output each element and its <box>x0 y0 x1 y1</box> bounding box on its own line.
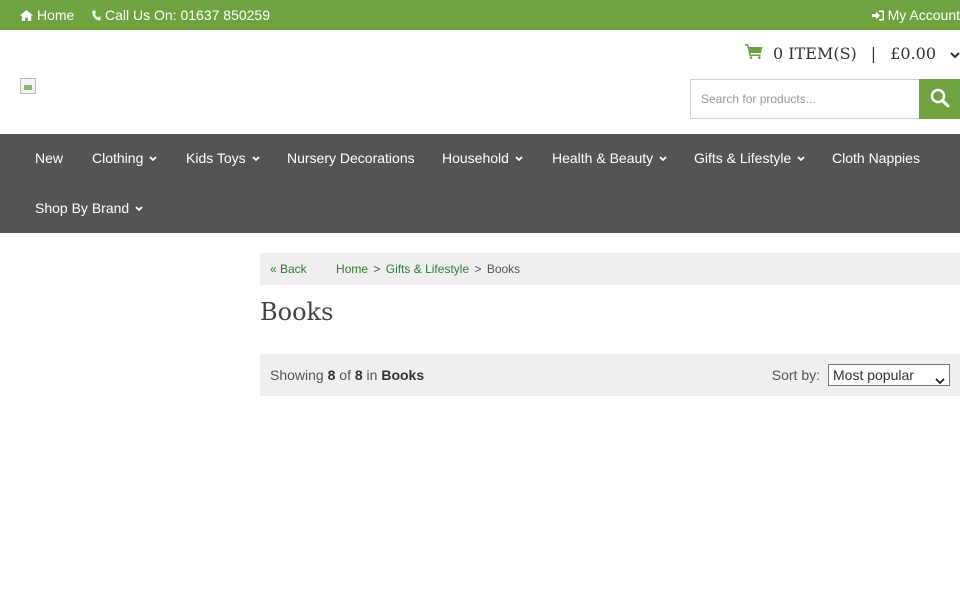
cart-total: £0.00 <box>890 43 936 63</box>
total-count: 8 <box>354 367 363 383</box>
breadcrumb-separator: > <box>474 262 482 276</box>
nav-item-label: Cloth Nappies <box>832 150 920 166</box>
nav-item-kids-toys[interactable]: Kids Toys <box>186 134 260 183</box>
page-title: Books <box>260 298 334 326</box>
nav-item-nursery-decorations[interactable]: Nursery Decorations <box>287 134 415 183</box>
search-button[interactable] <box>919 79 960 119</box>
site-logo[interactable] <box>20 78 36 94</box>
cart-summary[interactable]: 0 ITEM(S) | £0.00 <box>745 30 960 76</box>
breadcrumb-separator: > <box>373 262 381 276</box>
sign-in-icon <box>871 10 884 21</box>
nav-item-label: New <box>35 150 64 166</box>
chevron-down-icon[interactable] <box>950 44 960 63</box>
my-account-label: My Account <box>887 7 960 23</box>
sort-value: Most popular <box>833 367 914 383</box>
home-link[interactable]: Home <box>20 0 74 30</box>
chevron-down-icon <box>659 155 667 162</box>
nav-item-cloth-nappies[interactable]: Cloth Nappies <box>832 134 920 183</box>
breadcrumb-gifts-lifestyle[interactable]: Gifts & Lifestyle <box>386 262 469 276</box>
breadcrumb-home[interactable]: Home <box>336 262 368 276</box>
chevron-down-icon <box>252 155 260 162</box>
cart-count: 0 ITEM(S) <box>773 43 857 63</box>
results-bar: Showing 8 of 8 in Books Sort by: Most po… <box>260 354 960 396</box>
nav-item-clothing[interactable]: Clothing <box>92 134 158 183</box>
phone-icon <box>92 10 101 21</box>
my-account-link[interactable]: My Account <box>871 0 960 30</box>
sort-label: Sort by: <box>771 367 820 383</box>
back-link[interactable]: « Back <box>270 262 307 276</box>
nav-item-label: Kids Toys <box>186 150 246 166</box>
sort-select[interactable]: Most popular <box>828 364 950 386</box>
nav-item-label: Household <box>442 150 509 166</box>
top-bar: Home Call Us On: 01637 850259 My Account <box>0 0 960 30</box>
nav-item-label: Gifts & Lifestyle <box>694 150 792 166</box>
chevron-down-icon <box>515 155 523 162</box>
nav-item-label: Health & Beauty <box>552 150 654 166</box>
category-name: Books <box>381 367 425 383</box>
main-nav: New Clothing Kids Toys Nursery Decoratio… <box>0 134 960 233</box>
chevron-down-icon <box>149 155 158 162</box>
nav-item-label: Nursery Decorations <box>287 150 415 166</box>
nav-item-label: Shop By Brand <box>35 200 130 216</box>
phone-label: Call Us On: 01637 850259 <box>105 7 270 23</box>
home-icon <box>20 9 33 21</box>
nav-item-health-beauty[interactable]: Health & Beauty <box>552 134 667 183</box>
search-input[interactable]: Search for products... <box>690 79 920 119</box>
cart-separator: | <box>870 43 877 63</box>
sort-control: Sort by: Most popular <box>772 354 950 396</box>
showing-count: 8 <box>327 367 336 383</box>
nav-item-new[interactable]: New <box>35 134 63 183</box>
nav-item-shop-by-brand[interactable]: Shop By Brand <box>35 184 143 233</box>
cart-icon <box>745 43 763 63</box>
home-label: Home <box>37 7 75 23</box>
breadcrumb: « Back Home > Gifts & Lifestyle > Books <box>260 253 960 285</box>
nav-item-household[interactable]: Household <box>442 134 523 183</box>
nav-item-gifts-lifestyle[interactable]: Gifts & Lifestyle <box>694 134 805 183</box>
chevron-down-icon <box>135 205 143 212</box>
breadcrumb-current: Books <box>486 262 521 276</box>
of-text: of <box>339 367 351 383</box>
chevron-down-icon <box>935 370 945 390</box>
chevron-down-icon <box>797 155 805 162</box>
showing-prefix: Showing <box>270 367 324 383</box>
search-icon <box>930 88 950 111</box>
in-text: in <box>366 367 378 383</box>
phone-info: Call Us On: 01637 850259 <box>92 0 270 30</box>
nav-item-label: Clothing <box>92 150 144 166</box>
results-summary: Showing 8 of 8 in Books <box>270 367 424 383</box>
